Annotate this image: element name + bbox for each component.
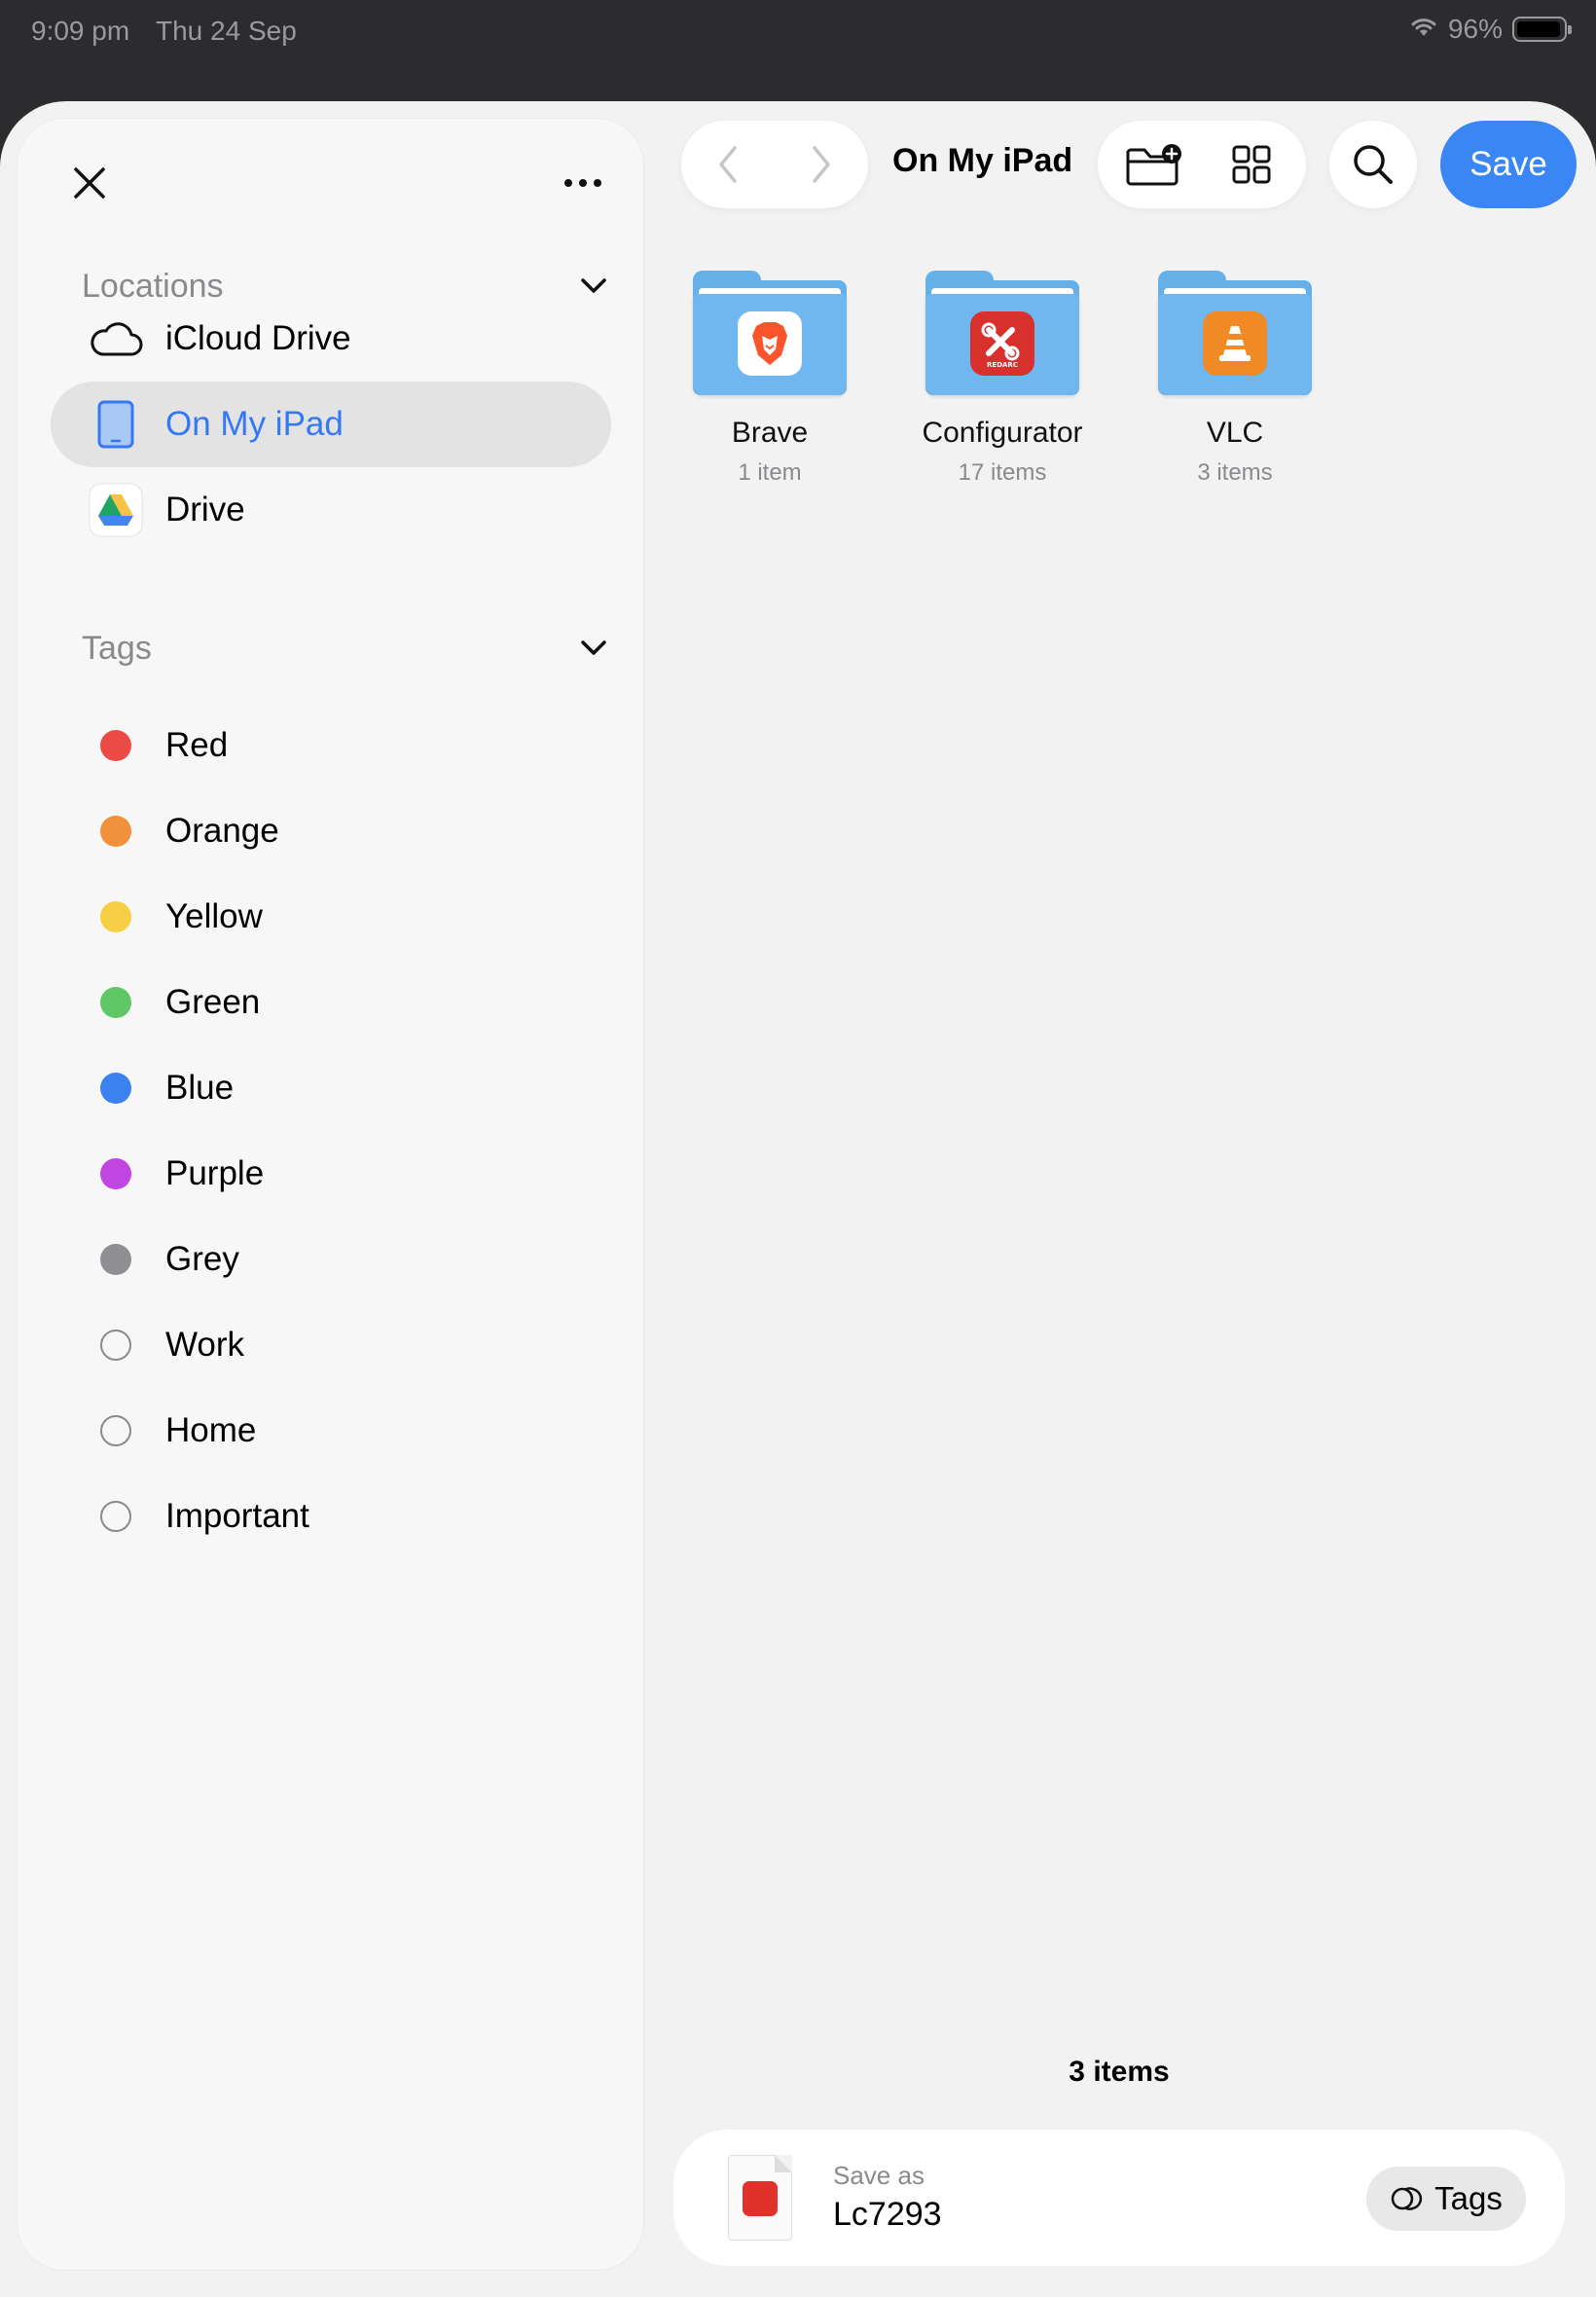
sidebar-tag-label: Work [165,1326,245,1364]
new-folder-button[interactable] [1106,121,1203,208]
tag-dot-icon [86,1158,146,1189]
sidebar-tag-label: Important [165,1497,309,1535]
tools-pill [1098,121,1306,208]
chevron-left-icon [719,146,737,183]
sidebar-item-label: Drive [165,491,245,529]
status-bar: 9:09 pm Thu 24 Sep 96% [0,0,1596,62]
sidebar-tag-label: Red [165,726,229,764]
tag-dot-icon [86,1244,146,1275]
sidebar-tag-label: Grey [165,1240,239,1278]
search-button[interactable] [1329,121,1417,208]
grid-view-button[interactable] [1203,121,1300,208]
sidebar-item-label: On My iPad [165,405,344,443]
search-icon [1354,145,1393,184]
save-button[interactable]: Save [1440,121,1577,208]
sidebar-tag-red[interactable]: Red [51,703,611,788]
tags-button[interactable]: Tags [1366,2167,1526,2231]
chevron-down-icon [581,278,606,293]
tags-header[interactable]: Tags [82,619,607,677]
sidebar-tag-label: Green [165,983,261,1021]
status-date: Thu 24 Sep [156,16,297,46]
sidebar-tag-orange[interactable]: Orange [51,788,611,874]
sidebar-item-label: iCloud Drive [165,319,351,357]
forward-button[interactable] [775,121,868,208]
cloud-icon [86,319,146,358]
ipad-icon [86,400,146,449]
sidebar-tag-label: Blue [165,1069,235,1107]
sidebar-tag-important[interactable]: Important [51,1474,611,1559]
sidebar-tag-green[interactable]: Green [51,960,611,1045]
save-sheet: Locations iCloud Drive On My iPad Drive … [0,101,1596,2297]
folder-name: Configurator [922,417,1083,449]
items-count: 3 items [1069,2056,1170,2088]
folder-count: 3 items [1197,459,1273,486]
sidebar-tag-purple[interactable]: Purple [51,1131,611,1217]
save-as-label: Save as [833,2161,925,2190]
sidebar-item-on-my-ipad[interactable]: On My iPad [51,382,611,467]
folder-count: 17 items [958,459,1047,486]
folder-icon [693,271,847,395]
folder-icon [1158,271,1312,395]
vlc-cone-icon [1203,311,1267,376]
sidebar-tag-yellow[interactable]: Yellow [51,874,611,960]
folder-name: VLC [1206,417,1264,449]
redarc-file-icon [743,2181,778,2216]
tags-button-label: Tags [1434,2180,1503,2216]
sidebar-tag-label: Orange [165,812,279,850]
chevron-down-icon [581,640,606,655]
battery-icon [1512,17,1572,42]
new-folder-icon [1126,144,1181,186]
tag-dot-icon [86,816,146,847]
tag-dot-icon [86,987,146,1018]
battery-percent: 96% [1447,14,1503,44]
sidebar: Locations iCloud Drive On My iPad Drive … [18,119,643,2270]
folder-name: Brave [731,417,809,449]
redarc-badge-text: REDARC [987,361,1018,369]
tag-dot-icon [86,730,146,761]
filename-field[interactable]: Lc7293 [833,2196,942,2234]
location-title: On My iPad [892,142,1073,179]
toolbar: On My iPad Save [0,121,1596,208]
folder-vlc[interactable]: VLC 3 items [1128,271,1342,487]
sidebar-tag-label: Home [165,1411,257,1449]
folder-count: 1 item [738,459,802,486]
sidebar-tag-work[interactable]: Work [51,1302,611,1388]
status-right: 96% [1409,14,1572,45]
save-as-bar: Save as Lc7293 Tags [673,2130,1565,2266]
tags-header-label: Tags [82,629,152,667]
tag-dot-icon [86,901,146,932]
redarc-configurator-icon: REDARC [970,311,1034,376]
sidebar-tag-blue[interactable]: Blue [51,1045,611,1131]
tag-dot-icon [86,1330,146,1361]
back-button[interactable] [681,121,775,208]
folder-configurator[interactable]: REDARC Configurator 17 items [895,271,1109,487]
brave-lion-icon [738,311,802,376]
sidebar-item-icloud-drive[interactable]: iCloud Drive [51,296,611,382]
sidebar-tag-grey[interactable]: Grey [51,1217,611,1302]
status-time: 9:09 pm [31,16,130,46]
google-drive-icon [86,483,146,537]
wifi-icon [1409,14,1438,45]
sidebar-tag-label: Yellow [165,897,263,935]
folder-icon: REDARC [925,271,1079,395]
tags-icon [1391,2187,1423,2210]
tag-dot-icon [86,1073,146,1104]
folder-brave[interactable]: Brave 1 item [663,271,877,487]
sidebar-tag-home[interactable]: Home [51,1388,611,1474]
navigation-pill [681,121,868,208]
tag-dot-icon [86,1501,146,1532]
tag-dot-icon [86,1415,146,1446]
sidebar-tag-label: Purple [165,1154,265,1192]
file-thumbnail [728,2155,792,2241]
chevron-right-icon [813,146,830,183]
grid-view-icon [1232,145,1271,184]
sidebar-item-drive[interactable]: Drive [51,467,611,553]
